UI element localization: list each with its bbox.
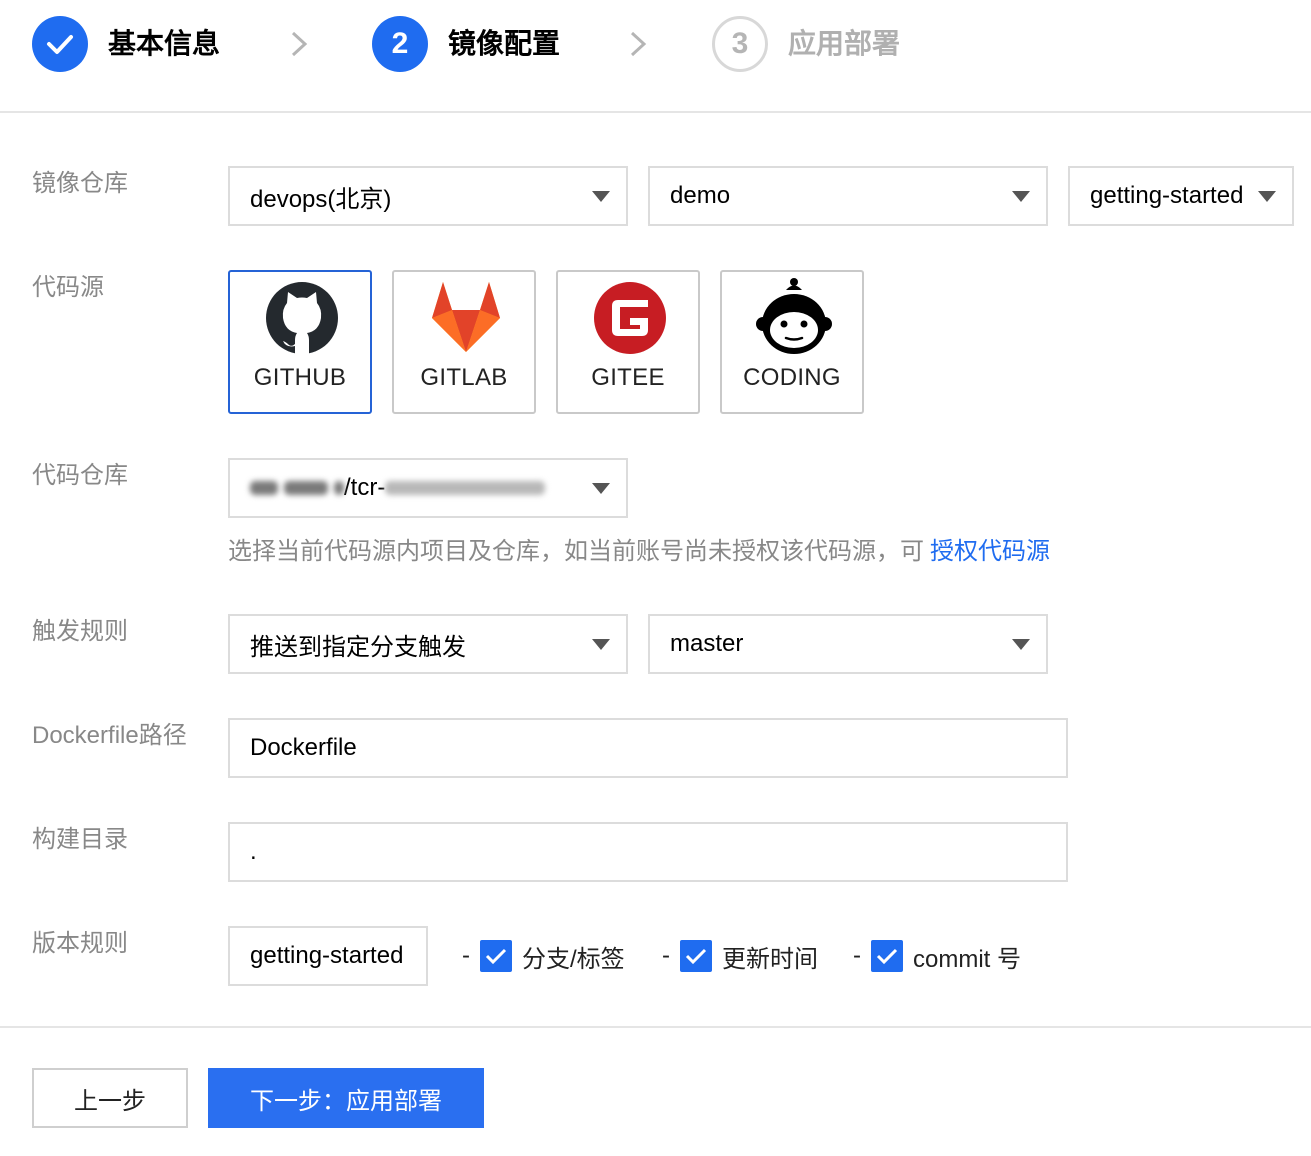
source-tile-label: GITHUB <box>253 364 347 391</box>
coding-icon <box>756 278 832 354</box>
redacted-owner <box>284 481 328 495</box>
trigger-rule-value: 推送到指定分支触发 <box>250 633 466 661</box>
dockerfile-label: Dockerfile路径 <box>32 722 187 749</box>
version-option-branch[interactable]: - 分支/标签 <box>462 938 625 974</box>
code-repo-label: 代码仓库 <box>32 462 128 489</box>
version-separator: - <box>662 942 670 969</box>
caret-down-icon <box>592 191 610 202</box>
version-label: 版本规则 <box>32 930 128 957</box>
version-option-label: 更新时间 <box>722 945 818 973</box>
redacted-repo-name <box>385 481 546 495</box>
step-2-label: 镜像配置 <box>448 28 561 59</box>
caret-down-icon <box>1258 191 1276 202</box>
source-tile-label: GITLAB <box>420 364 508 391</box>
caret-down-icon <box>592 639 610 650</box>
build-dir-input[interactable]: . <box>228 822 1068 882</box>
build-dir-label: 构建目录 <box>32 826 128 853</box>
dockerfile-input-value: Dockerfile <box>250 734 357 761</box>
version-separator: - <box>462 942 470 969</box>
source-tile-label: CODING <box>743 364 841 391</box>
chevron-right-icon <box>630 31 647 57</box>
github-icon <box>266 282 338 354</box>
trigger-label: 触发规则 <box>32 618 128 645</box>
version-prefix-input[interactable]: getting-started <box>228 926 428 986</box>
namespace-select-value: demo <box>670 182 731 209</box>
version-option-label: commit 号 <box>913 945 1021 973</box>
version-separator: - <box>853 942 861 969</box>
code-repo-help: 选择当前代码源内项目及仓库，如当前账号尚未授权该代码源，可 授权代码源 <box>228 536 1050 568</box>
instance-select[interactable]: devops(北京) <box>228 166 628 226</box>
version-option-commit[interactable]: - commit 号 <box>853 938 1021 974</box>
trigger-rule-select[interactable]: 推送到指定分支触发 <box>228 614 628 674</box>
build-dir-input-value: . <box>250 838 257 865</box>
chevron-right-icon <box>291 31 308 57</box>
redacted-owner <box>250 481 278 495</box>
next-step-button[interactable]: 下一步：应用部署 <box>208 1068 484 1128</box>
image-repo-label: 镜像仓库 <box>32 170 128 197</box>
instance-select-value: devops(北京) <box>250 185 392 213</box>
branch-select[interactable]: master <box>648 614 1048 674</box>
version-option-label: 分支/标签 <box>522 945 625 973</box>
stepper: 基本信息 2 镜像配置 3 应用部署 <box>0 0 1311 113</box>
step-3-label: 应用部署 <box>788 28 901 59</box>
checkbox-checked-icon[interactable] <box>680 940 712 972</box>
source-tile-gitee[interactable]: GITEE <box>556 270 700 414</box>
dockerfile-input[interactable]: Dockerfile <box>228 718 1068 778</box>
version-option-time[interactable]: - 更新时间 <box>662 938 818 974</box>
source-tile-gitlab[interactable]: GITLAB <box>392 270 536 414</box>
namespace-select[interactable]: demo <box>648 166 1048 226</box>
caret-down-icon <box>592 483 610 494</box>
checkbox-checked-icon[interactable] <box>480 940 512 972</box>
step-2-circle: 2 <box>372 16 428 72</box>
code-repo-select-value: /tcr- <box>344 474 386 501</box>
gitee-icon <box>594 282 666 354</box>
repository-select-value: getting-started <box>1090 182 1244 209</box>
code-source-label: 代码源 <box>32 274 104 301</box>
step-3-circle: 3 <box>712 16 768 72</box>
source-tile-coding[interactable]: CODING <box>720 270 864 414</box>
prev-step-button[interactable]: 上一步 <box>32 1068 188 1128</box>
branch-select-value: master <box>670 630 744 657</box>
version-prefix-value: getting-started <box>250 942 404 969</box>
gitlab-icon <box>432 282 500 352</box>
caret-down-icon <box>1012 639 1030 650</box>
caret-down-icon <box>1012 191 1030 202</box>
source-tile-label: GITEE <box>591 364 665 391</box>
image-config-page: 基本信息 2 镜像配置 3 应用部署 镜像仓库 devops(北京) demo … <box>0 0 1311 1156</box>
authorize-source-link[interactable]: 授权代码源 <box>930 538 1050 565</box>
repository-select[interactable]: getting-started <box>1068 166 1294 226</box>
step-1-check-icon <box>32 16 88 72</box>
code-repo-select[interactable]: /tcr- <box>228 458 628 518</box>
code-repo-help-text: 选择当前代码源内项目及仓库，如当前账号尚未授权该代码源，可 <box>228 538 924 565</box>
footer-divider <box>0 1026 1311 1028</box>
source-tile-github[interactable]: GITHUB <box>228 270 372 414</box>
redacted-owner <box>334 481 344 495</box>
step-1-label: 基本信息 <box>108 28 221 59</box>
checkbox-checked-icon[interactable] <box>871 940 903 972</box>
